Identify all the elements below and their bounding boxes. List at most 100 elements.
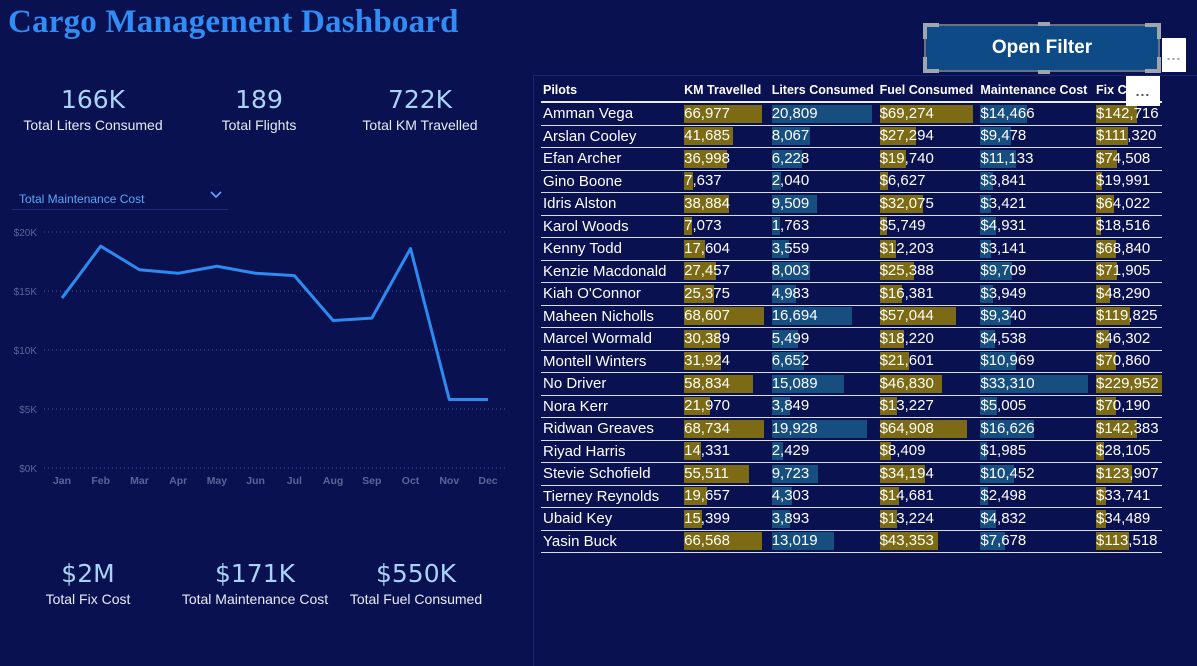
- liters-value: 6,652: [771, 352, 810, 370]
- table-row[interactable]: Maheen Nicholls 68,607 16,694 $57,044 $9,340…: [541, 305, 1162, 328]
- fix-value: $142,716: [1096, 104, 1159, 122]
- maintenance-cost-line-chart: $0K $5K $10K $15K $20K Jan Feb Mar Apr May Jun Jul A…: [14, 228, 505, 487]
- liters-cell: 5,499: [769, 327, 878, 351]
- more-options-icon: ...: [1166, 47, 1182, 63]
- table-row[interactable]: Marcel Wormald 30,389 5,499 $18,220 $4,538 $4…: [541, 327, 1162, 351]
- table-more-options-button[interactable]: ...: [1126, 76, 1160, 106]
- liters-cell: 8,003: [769, 260, 878, 283]
- fix-cell: $229,952: [1094, 372, 1162, 396]
- liters-value: 1,763: [771, 217, 810, 235]
- kpi-total-liters: 166K Total Liters Consumed: [8, 85, 178, 133]
- filter-more-options-button[interactable]: ...: [1162, 38, 1186, 72]
- fuel-cell: $43,353: [877, 530, 979, 553]
- table-row[interactable]: Kiah O'Connor 25,375 4,983 $16,381 $3,949 $48…: [541, 282, 1162, 306]
- table-row[interactable]: Yasin Buck 66,568 13,019 $43,353 $7,678 $113,…: [541, 530, 1162, 553]
- km-value: 58,834: [684, 374, 730, 392]
- kpi-label: Total Liters Consumed: [23, 117, 163, 133]
- column-header-pilots[interactable]: Pilots: [541, 78, 683, 103]
- y-tick-label: $15K: [14, 287, 38, 298]
- pilots-table-viewport[interactable]: Pilots KM Travelled Liters Consumed Fuel…: [536, 75, 1162, 555]
- maint-value: $33,310: [980, 374, 1035, 392]
- pilot-name-cell: Ubaid Key: [541, 507, 683, 531]
- kpi-value: $2M: [61, 559, 115, 588]
- table-row[interactable]: Tierney Reynolds 19,657 4,303 $14,681 $2,498…: [541, 485, 1162, 508]
- fuel-value: $46,830: [879, 374, 934, 392]
- km-cell: 7,073: [682, 215, 770, 238]
- column-header-fuel[interactable]: Fuel Consumed: [877, 78, 979, 103]
- liters-value: 20,809: [771, 104, 818, 122]
- kpi-value: $550K: [375, 559, 457, 588]
- fix-value: $19,991: [1096, 172, 1151, 190]
- km-cell: 68,607: [682, 305, 770, 328]
- km-cell: 41,685: [682, 125, 770, 148]
- pilot-name-cell: Maheen Nicholls: [541, 305, 683, 328]
- maint-cell: $9,478: [978, 125, 1095, 148]
- table-row[interactable]: Idris Alston 38,884 9,509 $32,075 $3,421 $64,…: [541, 192, 1162, 216]
- km-value: 17,604: [684, 239, 730, 257]
- fuel-value: $25,388: [879, 262, 934, 280]
- table-row[interactable]: Stevie Schofield 55,511 9,723 $34,194 $10,45…: [541, 462, 1162, 486]
- liters-cell: 19,928: [769, 417, 878, 441]
- fix-value: $142,383: [1096, 419, 1159, 437]
- table-row[interactable]: Karol Woods 7,073 1,763 $5,749 $4,931 $18,516: [541, 215, 1162, 238]
- liters-cell: 9,509: [769, 192, 878, 216]
- maint-value: $16,626: [980, 419, 1035, 437]
- kpi-total-fuel-consumed: $550K Total Fuel Consumed: [331, 559, 501, 607]
- measure-dropdown[interactable]: Total Maintenance Cost: [12, 186, 228, 210]
- table-row[interactable]: Amman Vega 66,977 20,809 $69,274 $14,466 $142…: [541, 102, 1162, 126]
- fuel-value: $13,224: [879, 509, 934, 527]
- liters-cell: 3,849: [769, 395, 878, 418]
- fix-value: $119,825: [1096, 307, 1158, 325]
- table-row[interactable]: Nora Kerr 21,970 3,849 $13,227 $5,005 $70,190: [541, 395, 1162, 418]
- x-tick-label: Aug: [323, 475, 343, 487]
- x-tick-label: Jul: [287, 475, 302, 487]
- selection-handle-icon: [923, 23, 939, 39]
- table-row[interactable]: Montell Winters 31,924 6,652 $21,601 $10,969…: [541, 350, 1162, 373]
- x-tick-label: Dec: [478, 475, 497, 487]
- pilot-name-cell: Idris Alston: [541, 192, 683, 216]
- table-row[interactable]: Ridwan Greaves 68,734 19,928 $64,908 $16,626…: [541, 417, 1162, 441]
- km-value: 14,331: [684, 442, 730, 460]
- km-cell: 25,375: [682, 282, 770, 306]
- dashboard-title: Cargo Management Dashboard: [8, 4, 459, 40]
- pilot-name-cell: Stevie Schofield: [541, 462, 683, 486]
- x-tick-label: Nov: [439, 475, 459, 487]
- open-filter-button[interactable]: Open Filter: [923, 22, 1161, 74]
- pilot-name-cell: Amman Vega: [541, 102, 683, 126]
- fuel-value: $19,740: [879, 149, 934, 167]
- table-row[interactable]: Efan Archer 36,998 6,228 $19,740 $11,133 $74,…: [541, 147, 1162, 171]
- km-cell: 55,511: [682, 462, 770, 486]
- maint-cell: $4,931: [978, 215, 1095, 238]
- column-header-maintenance[interactable]: Maintenance Cost: [978, 78, 1095, 103]
- table-row[interactable]: Arslan Cooley 41,685 8,067 $27,294 $9,478 $11…: [541, 125, 1162, 148]
- kpi-label: Total Fuel Consumed: [349, 591, 483, 607]
- column-header-liters[interactable]: Liters Consumed: [769, 78, 878, 103]
- fuel-cell: $25,388: [877, 260, 979, 283]
- liters-value: 2,429: [771, 442, 810, 460]
- maint-cell: $14,466: [978, 102, 1095, 126]
- kpi-label: Total Flights: [221, 117, 297, 133]
- fix-value: $111,320: [1096, 127, 1157, 145]
- maint-cell: $10,452: [978, 462, 1095, 486]
- table-row[interactable]: No Driver 58,834 15,089 $46,830 $33,310 $229,…: [541, 372, 1162, 396]
- column-header-km[interactable]: KM Travelled: [682, 78, 770, 103]
- maint-value: $10,969: [980, 352, 1035, 370]
- kpi-total-flights: 189 Total Flights: [174, 85, 344, 133]
- x-tick-label: Mar: [130, 475, 149, 487]
- fuel-cell: $64,908: [877, 417, 979, 441]
- table-row[interactable]: Ubaid Key 15,399 3,893 $13,224 $4,832 $34,489: [541, 507, 1162, 531]
- pilot-name-cell: Kiah O'Connor: [541, 282, 683, 306]
- maint-cell: $5,005: [978, 395, 1095, 418]
- table-row[interactable]: Kenny Todd 17,604 3,559 $12,203 $3,141 $68,84…: [541, 237, 1162, 261]
- fuel-value: $13,227: [879, 397, 934, 415]
- table-row[interactable]: Riyad Harris 14,331 2,429 $8,409 $1,985 $28,1…: [541, 440, 1162, 463]
- table-row[interactable]: Gino Boone 7,637 2,040 $6,627 $3,841 $19,991: [541, 170, 1162, 193]
- liters-value: 13,019: [771, 532, 818, 550]
- fix-cell: $119,825: [1094, 305, 1162, 328]
- liters-value: 6,228: [771, 149, 810, 167]
- km-value: 31,924: [684, 352, 730, 370]
- x-tick-label: Feb: [91, 475, 110, 487]
- maint-value: $3,949: [980, 284, 1027, 302]
- table-row[interactable]: Kenzie Macdonald 27,457 8,003 $25,388 $9,709…: [541, 260, 1162, 283]
- open-filter-label: Open Filter: [991, 37, 1093, 58]
